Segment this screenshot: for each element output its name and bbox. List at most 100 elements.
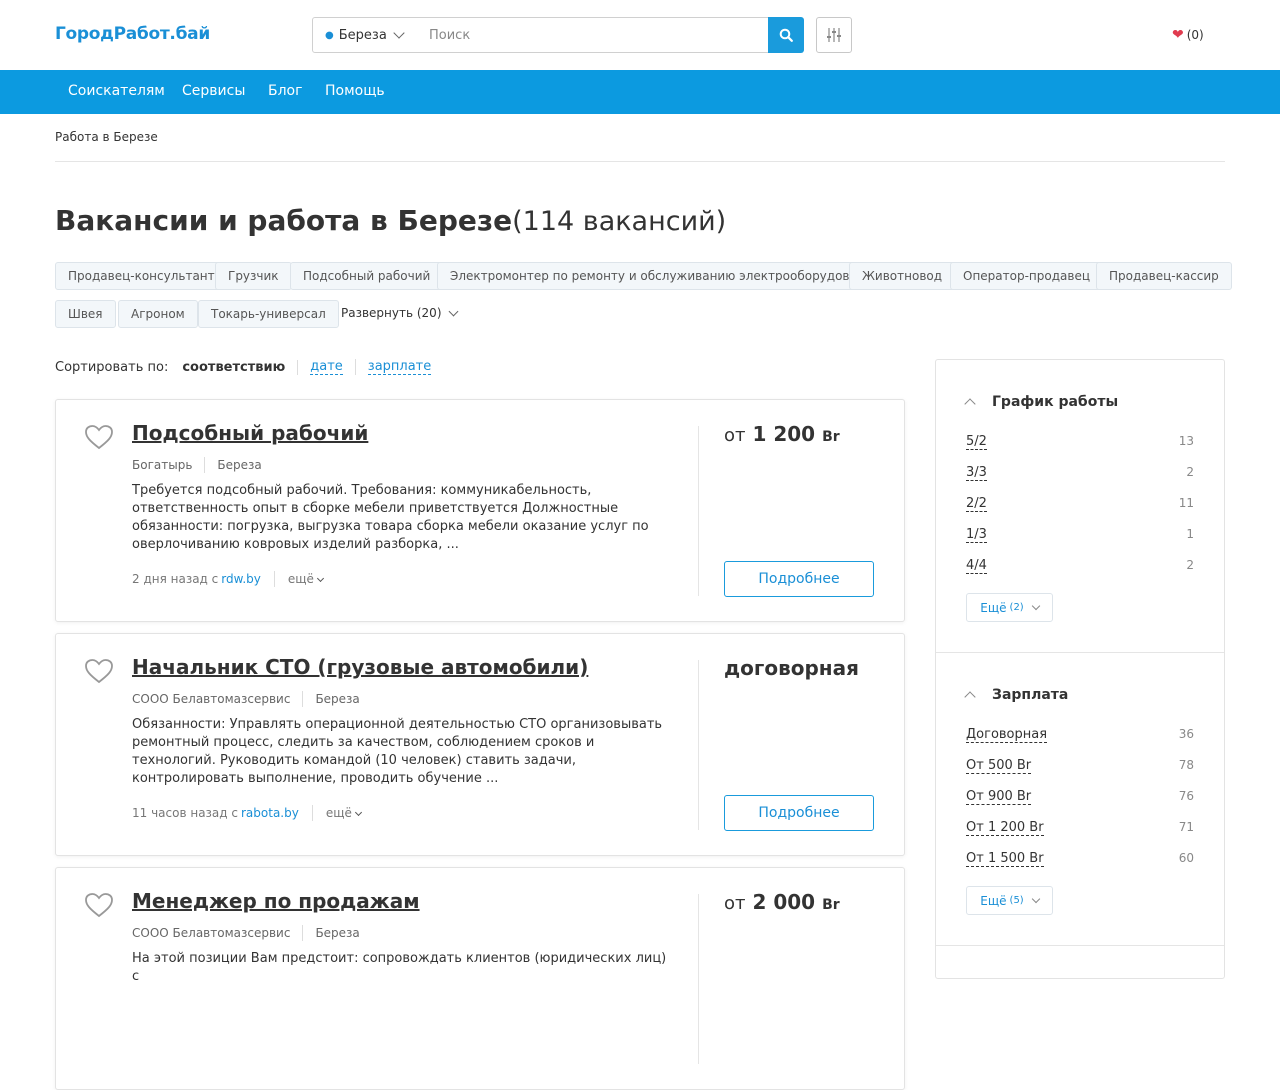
filter-schedule-option[interactable]: 3/3 2 <box>966 465 1194 481</box>
salary-prefix: от <box>724 425 746 446</box>
tag-operator-seller[interactable]: Оператор-продавец <box>950 262 1104 290</box>
filter-salary-header[interactable]: Зарплата <box>964 687 1068 703</box>
filter-salary-option[interactable]: От 1 500 Br 60 <box>966 851 1194 867</box>
job-description: На этой позиции Вам предстоит: сопровожд… <box>132 951 667 984</box>
filter-salary-option[interactable]: От 500 Br 78 <box>966 758 1194 774</box>
sort-salary[interactable]: зарплате <box>367 359 432 375</box>
option-label: От 900 Br <box>966 789 1032 805</box>
heart-outline-icon[interactable] <box>84 892 114 918</box>
tag-electrician[interactable]: Электромонтер по ремонту и обслуживанию … <box>437 262 893 290</box>
heart-icon: ❤ <box>1172 27 1184 43</box>
option-label: 2/2 <box>966 496 987 512</box>
more-label: Ещё <box>980 600 1007 615</box>
tag-sales-consultant[interactable]: Продавец-консультант <box>55 262 228 290</box>
divider <box>302 925 304 941</box>
site-logo[interactable]: ГородРабот.бай <box>55 24 210 44</box>
location-label: Береза <box>338 27 387 43</box>
nav-item-job-seekers[interactable]: Соискателям <box>68 83 165 99</box>
option-count: 13 <box>1178 434 1194 448</box>
search-icon <box>779 28 793 42</box>
vacancy-count: (114 вакансий) <box>512 206 727 237</box>
sort-date[interactable]: дате <box>310 359 343 375</box>
tag-seamstress[interactable]: Швея <box>55 300 116 328</box>
company-name: СООО Белавтомазсервис <box>132 926 291 940</box>
expand-label: Развернуть (20) <box>341 306 442 320</box>
search-input[interactable] <box>414 17 769 53</box>
search-button[interactable] <box>768 17 804 53</box>
sort-label: Сортировать по: <box>55 359 169 375</box>
divider <box>698 426 699 596</box>
option-label: Договорная <box>966 727 1048 743</box>
nav-item-blog[interactable]: Блог <box>268 83 302 99</box>
filter-schedule-header[interactable]: График работы <box>964 394 1118 410</box>
job-card: Менеджер по продажам СООО Белавтомазсерв… <box>55 867 905 1090</box>
option-count: 2 <box>1186 558 1194 572</box>
page-title: Вакансии и работа в Березе(114 вакансий) <box>55 204 726 237</box>
filter-salary-option[interactable]: От 900 Br 76 <box>966 789 1194 805</box>
job-footer: 11 часов назад с rabota.by ещё <box>132 805 362 821</box>
chevron-down-icon <box>393 27 405 39</box>
filter-schedule-option[interactable]: 2/2 11 <box>966 496 1194 512</box>
option-label: 5/2 <box>966 434 987 450</box>
details-button[interactable]: Подробнее <box>724 561 874 597</box>
divider <box>698 894 699 1064</box>
job-title[interactable]: Начальник СТО (грузовые автомобили) <box>132 655 588 679</box>
filter-schedule-option[interactable]: 1/3 1 <box>966 527 1194 543</box>
more-count: (5) <box>1009 895 1024 906</box>
option-count: 60 <box>1178 851 1194 865</box>
option-count: 78 <box>1178 758 1194 772</box>
company-name: Богатырь <box>132 458 193 472</box>
salary-more-button[interactable]: Ещё (5) <box>966 886 1053 915</box>
job-source-link[interactable]: rdw.by <box>221 572 261 586</box>
option-label: 4/4 <box>966 558 987 574</box>
more-count: (2) <box>1009 602 1024 613</box>
tag-seller-cashier[interactable]: Продавец-кассир <box>1096 262 1232 290</box>
job-footer: 2 дня назад с rdw.by ещё <box>132 571 324 587</box>
job-source-link[interactable]: rabota.by <box>241 806 299 820</box>
option-label: От 1 200 Br <box>966 820 1044 836</box>
location-selector[interactable]: ● Береза <box>312 17 415 53</box>
more-button[interactable]: ещё <box>325 806 362 820</box>
more-button[interactable]: ещё <box>288 572 324 586</box>
favorites-link[interactable]: ❤ (0) <box>1172 27 1204 43</box>
job-title[interactable]: Подсобный рабочий <box>132 421 368 445</box>
chevron-down-icon <box>448 306 458 317</box>
tag-helper[interactable]: Подсобный рабочий <box>290 262 444 290</box>
expand-tags-button[interactable]: Развернуть (20) <box>341 306 458 320</box>
filter-salary-option[interactable]: От 1 200 Br 71 <box>966 820 1194 836</box>
filter-salary-option[interactable]: Договорная 36 <box>966 727 1194 743</box>
sort-relevance[interactable]: соответствию <box>182 359 299 375</box>
heart-outline-icon[interactable] <box>84 424 114 450</box>
filter-schedule-option[interactable]: 4/4 2 <box>966 558 1194 574</box>
more-label: ещё <box>325 806 352 820</box>
tag-agronomist[interactable]: Агроном <box>118 300 198 328</box>
nav-item-help[interactable]: Помощь <box>325 83 385 99</box>
tag-turner[interactable]: Токарь-универсал <box>198 300 339 328</box>
breadcrumb[interactable]: Работа в Березе <box>55 130 158 144</box>
option-label: От 500 Br <box>966 758 1032 774</box>
option-count: 36 <box>1178 727 1194 741</box>
divider <box>204 457 206 473</box>
filter-button[interactable] <box>816 17 852 53</box>
divider <box>698 660 699 830</box>
chevron-up-icon <box>964 398 976 410</box>
nav-item-services[interactable]: Сервисы <box>182 83 245 99</box>
details-button[interactable]: Подробнее <box>724 795 874 831</box>
chevron-up-icon <box>964 691 976 703</box>
heart-outline-icon[interactable] <box>84 658 114 684</box>
option-count: 1 <box>1186 527 1194 541</box>
job-meta: Богатырь Береза <box>132 457 262 473</box>
filter-sliders-icon <box>827 28 841 42</box>
job-title[interactable]: Менеджер по продажам <box>132 889 420 913</box>
header: ГородРабот.бай ● Береза ❤ (0) <box>0 0 1280 70</box>
chevron-down-icon <box>354 808 362 816</box>
tag-livestock[interactable]: Животновод <box>849 262 956 290</box>
tag-loader[interactable]: Грузчик <box>215 262 292 290</box>
schedule-more-button[interactable]: Ещё (2) <box>966 593 1053 622</box>
chevron-down-icon <box>316 574 324 582</box>
salary-value: 2 000 <box>752 890 816 914</box>
divider <box>302 691 304 707</box>
favorites-count: (0) <box>1186 28 1204 42</box>
job-salary: от 2 000 Br <box>724 890 840 914</box>
filter-schedule-option[interactable]: 5/2 13 <box>966 434 1194 450</box>
